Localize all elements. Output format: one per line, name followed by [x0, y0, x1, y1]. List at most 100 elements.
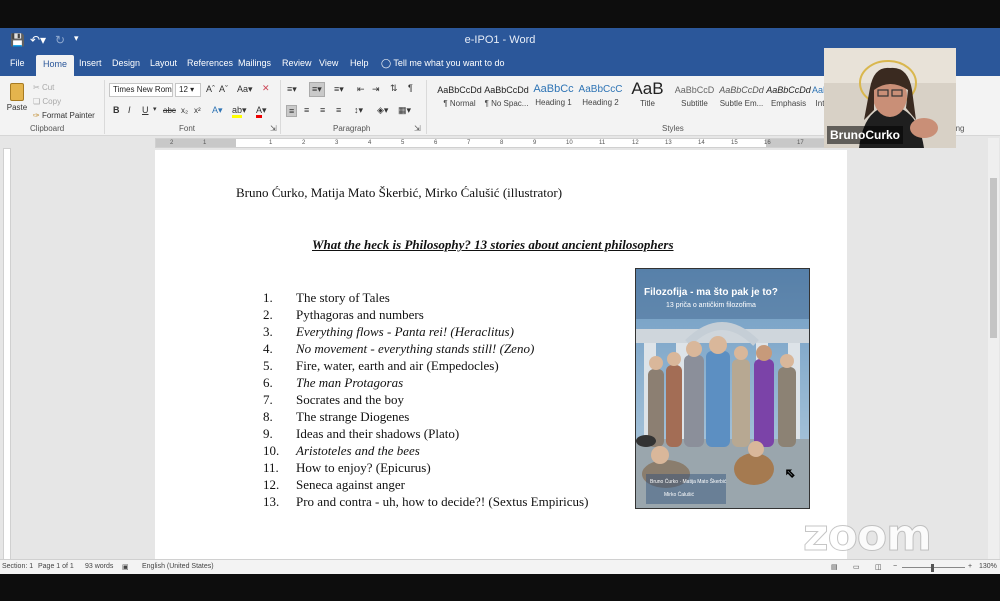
ruler-tick: 16 — [764, 140, 771, 146]
cover-illustrator: Mirko Ćalušić — [664, 492, 695, 498]
strikethrough-button[interactable]: abc — [163, 106, 176, 115]
tab-layout[interactable]: Layout — [150, 58, 177, 68]
book-cover-image[interactable]: Filozofija - ma što pak je to? 13 priča … — [635, 268, 810, 509]
list-item: 5. Fire, water, earth and air (Empedocles… — [263, 358, 499, 373]
paragraph-dialog-launcher-icon[interactable]: ⇲ — [414, 124, 421, 133]
ruler-tick: 10 — [566, 140, 573, 146]
vertical-ruler[interactable] — [3, 148, 11, 568]
highlight-color-button[interactable]: ab▾ — [232, 105, 247, 118]
show-paragraph-marks-button[interactable]: ¶ — [408, 83, 413, 93]
tab-design[interactable]: Design — [112, 58, 140, 68]
increase-indent-button[interactable]: ⇥ — [372, 84, 380, 95]
paste-label: Paste — [6, 103, 28, 112]
status-language[interactable]: English (United States) — [142, 563, 214, 570]
status-page[interactable]: Page 1 of 1 — [38, 563, 74, 570]
scrollbar-thumb[interactable] — [990, 178, 997, 338]
sort-button[interactable]: ⇅ — [390, 83, 398, 94]
video-frame: 💾 ↶▾ ↻ ▾ e-IPO1 - Word File Home Insert … — [0, 0, 1000, 601]
subscript-button[interactable]: x₂ — [181, 106, 188, 115]
paragraph-group-label: Paragraph — [333, 124, 371, 133]
copy-button[interactable]: ❏ Copy — [33, 97, 61, 106]
tell-me-search[interactable]: ◯ Tell me what you want to do — [381, 58, 504, 69]
clipboard-group-label: Clipboard — [30, 124, 65, 133]
zoom-out-icon[interactable]: − — [893, 563, 897, 570]
font-name-combo[interactable]: Times New Rom ▾ — [109, 83, 173, 97]
read-mode-icon[interactable]: ▤ — [831, 563, 838, 571]
underline-button[interactable]: U — [142, 105, 149, 115]
tab-review[interactable]: Review — [282, 58, 312, 68]
print-layout-icon[interactable]: ▭ — [853, 563, 860, 571]
font-dialog-launcher-icon[interactable]: ⇲ — [270, 124, 277, 133]
justify-button[interactable]: ≡ — [336, 105, 341, 115]
decrease-indent-button[interactable]: ⇤ — [357, 84, 365, 95]
font-size-combo[interactable]: 12 ▾ — [175, 83, 201, 97]
proofing-icon[interactable]: ▣ — [122, 563, 129, 571]
change-case-button[interactable]: Aa▾ — [237, 84, 253, 95]
grow-font-button[interactable]: Aˆ — [206, 84, 215, 94]
shading-button[interactable]: ◈▾ — [377, 105, 388, 116]
ruler-tick: 2 — [170, 140, 174, 146]
bold-button[interactable]: B — [113, 105, 120, 115]
list-item: 1. The story of Tales — [263, 290, 390, 305]
cut-button[interactable]: ✂ Cut — [33, 83, 54, 92]
style-title[interactable]: AaB Title — [624, 79, 671, 115]
list-item: 9. Ideas and their shadows (Plato) — [263, 426, 460, 441]
document-title-line: What the heck is Philosophy? 13 stories … — [312, 237, 674, 252]
document-authors: Bruno Ćurko, Matija Mato Škerbić, Mirko … — [236, 185, 563, 200]
list-item: 13. Pro and contra - uh, how to decide?! … — [263, 494, 589, 509]
font-color-icon: A — [256, 105, 263, 118]
italic-button[interactable]: I — [128, 105, 131, 115]
format-painter-button[interactable]: ✑ Format Painter — [33, 111, 95, 120]
style-subtitle[interactable]: AaBbCcD Subtitle — [671, 81, 718, 115]
status-word-count[interactable]: 93 words — [85, 563, 113, 570]
font-color-button[interactable]: A▾ — [256, 105, 267, 118]
superscript-button[interactable]: x² — [194, 106, 201, 115]
style-subtle-emphasis[interactable]: AaBbCcDd Subtle Em... — [718, 81, 765, 115]
numbering-button[interactable]: ≡▾ — [309, 82, 325, 97]
font-group-label: Font — [179, 124, 196, 133]
tab-home[interactable]: Home — [36, 55, 75, 76]
document-page[interactable]: Bruno Ćurko, Matija Mato Škerbić, Mirko … — [155, 150, 847, 570]
lightbulb-icon: ◯ — [381, 58, 392, 68]
clear-formatting-icon[interactable]: ✕ — [262, 83, 270, 94]
align-left-button[interactable]: ≡ — [286, 105, 298, 117]
ruler-tick: 17 — [797, 140, 804, 146]
zoom-watermark: zoom — [803, 510, 933, 562]
style-normal[interactable]: AaBbCcDd ¶ Normal — [436, 81, 483, 115]
style-no-spacing[interactable]: AaBbCcDd ¶ No Spac... — [483, 81, 530, 115]
tab-file[interactable]: File — [10, 58, 25, 68]
highlighter-icon: ab — [232, 105, 243, 118]
bullets-button[interactable]: ≡▾ — [287, 84, 297, 95]
shrink-font-button[interactable]: Aˇ — [219, 84, 228, 94]
ruler-tick: 7 — [467, 140, 471, 146]
table-of-contents: 1. The story of Tales 2. Pythagoras and nu… — [263, 289, 588, 510]
status-section[interactable]: Section: 1 — [2, 563, 33, 570]
style-emphasis[interactable]: AaBbCcDd Emphasis — [765, 81, 812, 115]
cover-authors: Bruno Ćurko · Matija Mato Škerbić — [650, 479, 727, 485]
vertical-scrollbar[interactable] — [988, 138, 999, 568]
line-spacing-button[interactable]: ↕▾ — [354, 105, 363, 116]
tab-references[interactable]: References — [187, 58, 233, 68]
align-center-button[interactable]: ≡ — [304, 105, 309, 115]
web-layout-icon[interactable]: ◫ — [875, 563, 882, 571]
group-divider — [104, 80, 105, 134]
tab-help[interactable]: Help — [350, 58, 369, 68]
text-effects-button[interactable]: A▾ — [212, 105, 223, 116]
list-item: 11. How to enjoy? (Epicurus) — [263, 460, 431, 475]
tab-view[interactable]: View — [319, 58, 338, 68]
paste-button[interactable]: Paste — [6, 81, 28, 119]
style-heading-1[interactable]: AaBbCc Heading 1 — [530, 81, 577, 115]
align-right-button[interactable]: ≡ — [320, 105, 325, 115]
underline-dropdown-icon[interactable]: ▾ — [153, 105, 157, 113]
ruler-tick: 11 — [599, 140, 606, 146]
paste-icon — [10, 83, 24, 101]
borders-button[interactable]: ▦▾ — [398, 105, 411, 116]
tab-insert[interactable]: Insert — [79, 58, 102, 68]
multilevel-list-button[interactable]: ≡▾ — [334, 84, 344, 95]
style-heading-2[interactable]: AaBbCcC Heading 2 — [577, 81, 624, 115]
zoom-in-icon[interactable]: + — [968, 563, 972, 570]
tab-mailings[interactable]: Mailings — [238, 58, 271, 68]
zoom-slider-thumb[interactable] — [931, 564, 934, 572]
zoom-level[interactable]: 130% — [979, 563, 997, 570]
horizontal-ruler[interactable]: 2112345678910111213141516171819 — [155, 138, 870, 148]
